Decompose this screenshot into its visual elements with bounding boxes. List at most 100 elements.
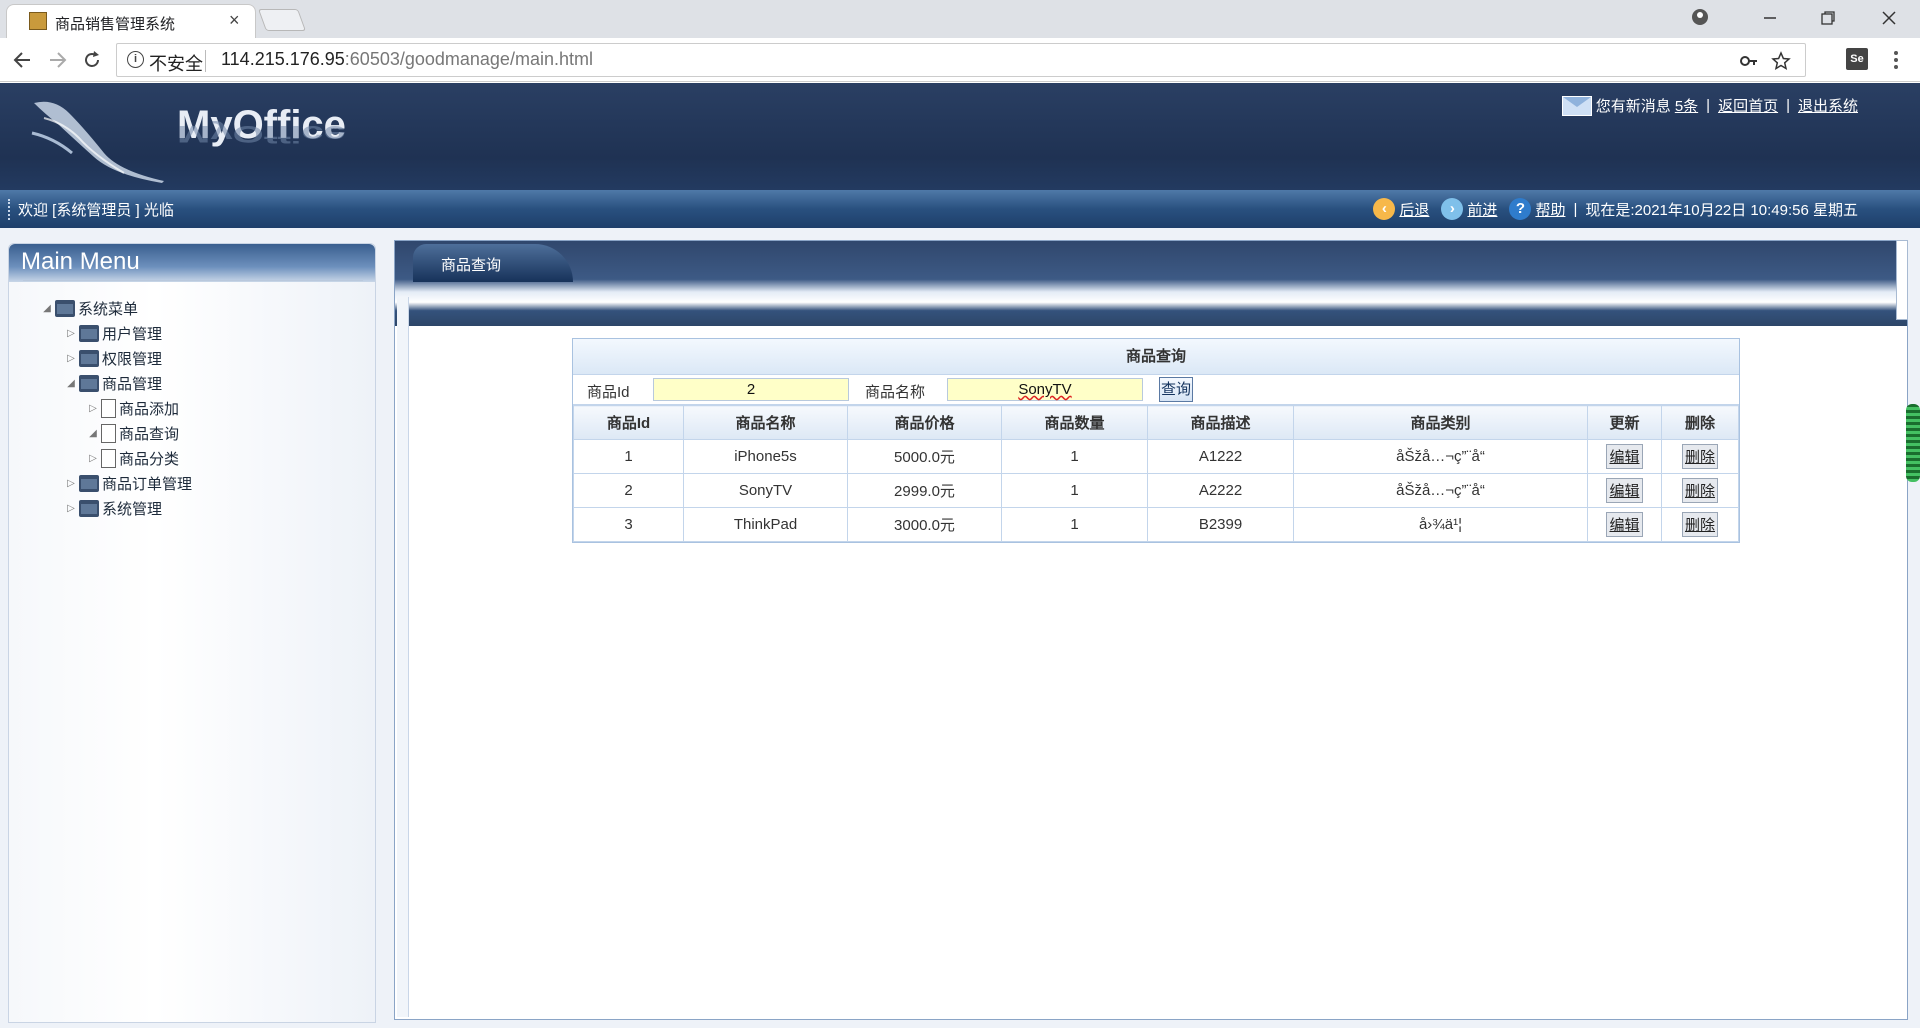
expand-arrow-icon[interactable]: ▷ <box>85 453 101 464</box>
goods-id-input[interactable]: 2 <box>653 378 849 401</box>
cell-price: 3000.0元 <box>847 507 1002 542</box>
url-text[interactable]: 114.215.176.95:60503/goodmanage/main.htm… <box>221 49 593 70</box>
tree-node-goods-add[interactable]: ▷ 商品添加 <box>39 396 192 421</box>
expand-arrow-icon[interactable]: ▷ <box>63 503 79 514</box>
cell-edit: 编辑 <box>1587 439 1662 474</box>
logo-figure-icon <box>31 101 164 183</box>
browser-menu-icon[interactable] <box>1892 50 1900 70</box>
welcome-text: 欢迎 [系统管理员 ] 光临 <box>8 199 174 220</box>
delete-link[interactable]: 删除 <box>1681 444 1718 469</box>
cell-quantity: 1 <box>1001 439 1148 474</box>
folder-icon <box>79 500 99 517</box>
minimize-icon[interactable] <box>1762 10 1778 26</box>
cell-delete: 删除 <box>1661 439 1739 474</box>
header-links: 您有新消息 5条 | 返回首页 | 退出系统 <box>1561 95 1858 116</box>
home-link[interactable]: 返回首页 <box>1718 95 1778 116</box>
query-button[interactable]: 查询 <box>1159 377 1193 402</box>
sidebar-title: Main Menu <box>9 244 375 282</box>
restore-icon[interactable] <box>1820 10 1836 26</box>
tree-node-order-mgmt[interactable]: ▷ 商品订单管理 <box>39 471 192 496</box>
panel-title: 商品查询 <box>573 339 1739 375</box>
tree-label: 系统管理 <box>102 501 163 518</box>
expand-arrow-icon[interactable]: ▷ <box>63 478 79 489</box>
cell-id: 2 <box>573 473 684 508</box>
col-header: 删除 <box>1661 405 1739 440</box>
key-icon[interactable] <box>1739 51 1759 71</box>
col-header: 商品描述 <box>1147 405 1294 440</box>
cell-name: SonyTV <box>683 473 848 508</box>
favicon-icon <box>29 12 47 30</box>
tree-node-perm-mgmt[interactable]: ▷ 权限管理 <box>39 346 192 371</box>
goods-id-label: 商品Id <box>587 384 630 401</box>
address-bar[interactable]: i 不安全 114.215.176.95:60503/goodmanage/ma… <box>116 43 1806 77</box>
tree-node-goods-query[interactable]: ◢ 商品查询 <box>39 421 192 446</box>
forward-link[interactable]: 前进 <box>1467 199 1497 220</box>
tree-label: 商品查询 <box>119 426 180 443</box>
forward-arrow-icon[interactable] <box>48 50 68 70</box>
tree-node-goods-category[interactable]: ▷ 商品分类 <box>39 446 192 471</box>
tree-node-user-mgmt[interactable]: ▷ 用户管理 <box>39 321 192 346</box>
new-message-text: 您有新消息 <box>1595 98 1671 115</box>
help-icon[interactable]: ? <box>1509 198 1532 220</box>
browser-tab[interactable]: 商品销售管理系统 × <box>6 4 256 38</box>
expand-arrow-icon[interactable]: ▷ <box>85 403 101 414</box>
expand-arrow-icon[interactable]: ▷ <box>63 353 79 364</box>
edit-link[interactable]: 编辑 <box>1606 512 1643 537</box>
cell-price: 5000.0元 <box>847 439 1002 474</box>
tree-label: 系统菜单 <box>78 301 139 318</box>
separator: | <box>1573 200 1578 218</box>
cell-edit: 编辑 <box>1587 473 1662 508</box>
profile-icon[interactable] <box>1690 7 1710 27</box>
collapse-arrow-icon[interactable]: ◢ <box>85 428 101 439</box>
edit-link[interactable]: 编辑 <box>1606 478 1643 503</box>
tab-goods-query[interactable]: 商品查询 <box>413 244 573 282</box>
collapse-arrow-icon[interactable]: ◢ <box>39 303 55 314</box>
extension-icon[interactable]: Se <box>1846 48 1868 70</box>
back-icon[interactable]: ‹ <box>1373 198 1396 220</box>
url-path: :60503/goodmanage/main.html <box>344 49 593 69</box>
delete-link[interactable]: 删除 <box>1681 478 1718 503</box>
back-arrow-icon[interactable] <box>12 50 32 70</box>
info-icon[interactable]: i <box>127 51 144 68</box>
back-link[interactable]: 后退 <box>1399 199 1429 220</box>
edit-link[interactable]: 编辑 <box>1606 444 1643 469</box>
forward-icon[interactable]: › <box>1441 198 1464 220</box>
tree-label: 用户管理 <box>102 326 163 343</box>
tree-node-root[interactable]: ◢ 系统菜单 <box>39 296 192 321</box>
cell-delete: 删除 <box>1661 507 1739 542</box>
cell-category: å›¾ä¹¦ <box>1293 507 1588 542</box>
help-link[interactable]: 帮助 <box>1535 199 1565 220</box>
cell-name: iPhone5s <box>683 439 848 474</box>
document-icon <box>101 449 116 468</box>
cell-price: 2999.0元 <box>847 473 1002 508</box>
cell-quantity: 1 <box>1001 507 1148 542</box>
goods-name-label: 商品名称 <box>865 384 926 401</box>
content-tab-bar: 商品查询 <box>395 241 1907 326</box>
tree-label: 商品管理 <box>102 376 163 393</box>
message-count-link[interactable]: 5条 <box>1675 95 1698 116</box>
browser-toolbar: i 不安全 114.215.176.95:60503/goodmanage/ma… <box>0 38 1920 82</box>
expand-arrow-icon[interactable]: ▷ <box>63 328 79 339</box>
scroll-indicator[interactable] <box>1906 404 1920 482</box>
document-icon <box>101 399 116 418</box>
table-row: 3 ThinkPad 3000.0元 1 B2399 å›¾ä¹¦ 编辑 删除 <box>573 507 1739 542</box>
goods-table: 商品Id 商品名称 商品价格 商品数量 商品描述 商品类别 更新 删除 1 iP… <box>573 405 1739 542</box>
tree-node-system-mgmt[interactable]: ▷ 系统管理 <box>39 496 192 521</box>
collapse-arrow-icon[interactable]: ◢ <box>63 378 79 389</box>
content-left-rail <box>397 297 409 1017</box>
bookmark-star-icon[interactable] <box>1771 51 1791 71</box>
reload-icon[interactable] <box>82 50 102 70</box>
new-tab-button[interactable] <box>257 9 307 31</box>
delete-link[interactable]: 删除 <box>1681 512 1718 537</box>
scrollbar[interactable] <box>1896 240 1908 320</box>
goods-name-input[interactable]: SonyTV <box>947 378 1143 401</box>
url-host: 114.215.176.95 <box>221 49 345 69</box>
col-header: 商品Id <box>573 405 684 440</box>
table-row: 1 iPhone5s 5000.0元 1 A1222 åŠžå…¬ç”¨å“ 编… <box>573 439 1739 474</box>
status-actions: ‹ 后退 › 前进 ? 帮助 | 现在是:2021年10月22日 10:49:5… <box>1373 198 1858 220</box>
tab-close-icon[interactable]: × <box>229 10 240 31</box>
window-close-icon[interactable] <box>1880 9 1898 27</box>
separator: | <box>1786 97 1790 114</box>
tree-node-goods-mgmt[interactable]: ◢ 商品管理 <box>39 371 192 396</box>
logout-link[interactable]: 退出系统 <box>1798 95 1858 116</box>
